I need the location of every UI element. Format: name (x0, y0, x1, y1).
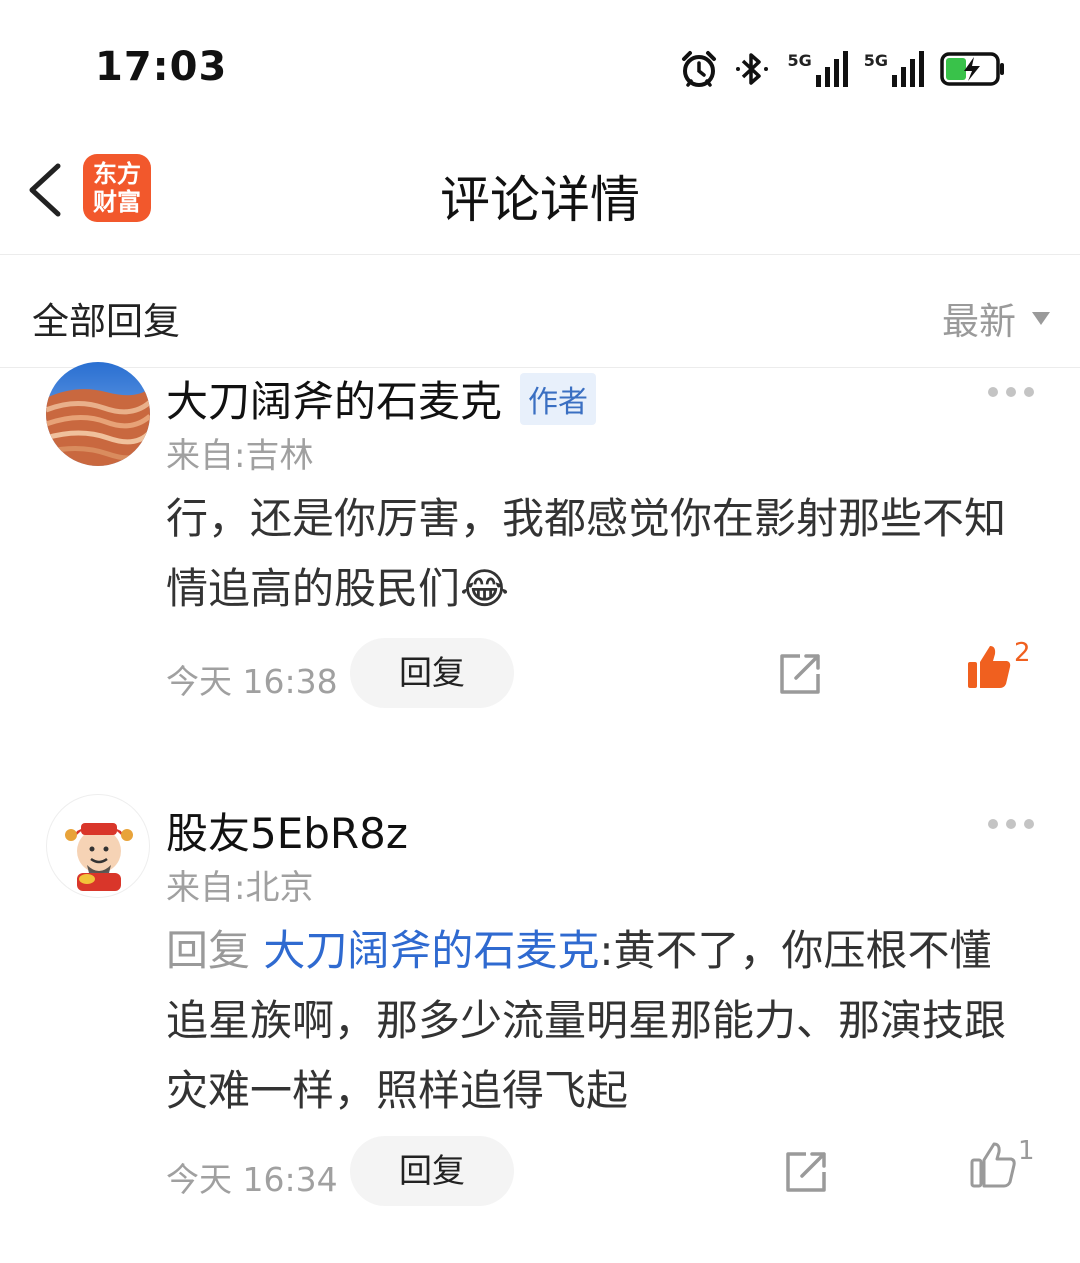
dot-icon (988, 387, 998, 397)
avatar[interactable] (46, 362, 150, 466)
cartoon-character-avatar-image (65, 823, 133, 891)
cellular-signal-2: 5G (864, 51, 926, 87)
bluetooth-icon (736, 53, 769, 85)
status-time: 17:03 (95, 44, 228, 90)
comment-content: 回复 大刀阔斧的石麦克:黄不了，你压根不懂追星族啊，那多少流量明星那能力、那演技… (166, 916, 1026, 1126)
like-count: 1 (1018, 1136, 1035, 1166)
thumbs-up-outline-icon (970, 1142, 1016, 1188)
comment-text: 行，还是你厉害，我都感觉你在影射那些不知情追高的股民们😂 (166, 494, 1007, 613)
author-badge: 作者 (520, 372, 597, 425)
page-title: 评论详情 (440, 171, 640, 229)
comment-content: 行，还是你厉害，我都感觉你在影射那些不知情追高的股民们😂 (166, 484, 1026, 624)
share-icon (786, 1152, 826, 1192)
all-replies-label: 全部回复 (32, 300, 180, 343)
cellular-signal-1: 5G (787, 51, 849, 87)
sort-label: 最新 (942, 300, 1016, 343)
avatar[interactable] (46, 794, 150, 898)
author-row: 股友5EbR8z (166, 800, 408, 861)
alarm-icon (682, 51, 717, 87)
like-button[interactable]: 1 (970, 1136, 1035, 1188)
network-type-label-1: 5G (787, 51, 812, 70)
reply-button[interactable]: 回复 (350, 1136, 514, 1206)
location-label: 来自:吉林 (166, 436, 314, 476)
author-row: 大刀阔斧的石麦克 作者 (166, 368, 597, 429)
dot-icon (1024, 387, 1034, 397)
status-icons: 5G 5G (679, 44, 1006, 94)
comment-time: 今天 16:34 (166, 1160, 338, 1199)
page-header: 东方 财富 评论详情 (0, 130, 1080, 255)
dropdown-triangle-icon (1032, 311, 1050, 325)
author-name[interactable]: 股友5EbR8z (166, 800, 408, 861)
signal-bars-icon (892, 51, 924, 87)
author-name[interactable]: 大刀阔斧的石麦克 (166, 368, 502, 429)
dot-icon (1024, 819, 1034, 829)
replies-section-header: 全部回复 最新 (0, 255, 1080, 368)
network-type-label-2: 5G (863, 51, 888, 70)
share-button[interactable] (784, 1150, 828, 1194)
more-options-button[interactable] (988, 385, 1034, 399)
comment-time: 今天 16:38 (166, 662, 338, 701)
reply-prefix: 回复 (166, 926, 251, 975)
reply-button[interactable]: 回复 (350, 638, 514, 708)
share-icon (780, 654, 820, 694)
thumbs-up-filled-icon (968, 646, 1011, 688)
reply-target-user[interactable]: 大刀阔斧的石麦克 (263, 926, 599, 975)
more-options-button[interactable] (988, 817, 1034, 831)
sort-dropdown[interactable]: 最新 (942, 291, 1050, 345)
battery-charging-icon (940, 52, 1004, 86)
like-button[interactable]: 2 (966, 638, 1031, 690)
landscape-avatar-image (46, 362, 150, 466)
dot-icon (1006, 387, 1016, 397)
share-button[interactable] (778, 652, 822, 696)
like-count: 2 (1014, 638, 1031, 668)
dot-icon (1006, 819, 1016, 829)
location-label: 来自:北京 (166, 868, 314, 908)
dot-icon (988, 819, 998, 829)
status-bar: 17:03 5G 5G (0, 0, 1080, 130)
signal-bars-icon (815, 51, 848, 87)
